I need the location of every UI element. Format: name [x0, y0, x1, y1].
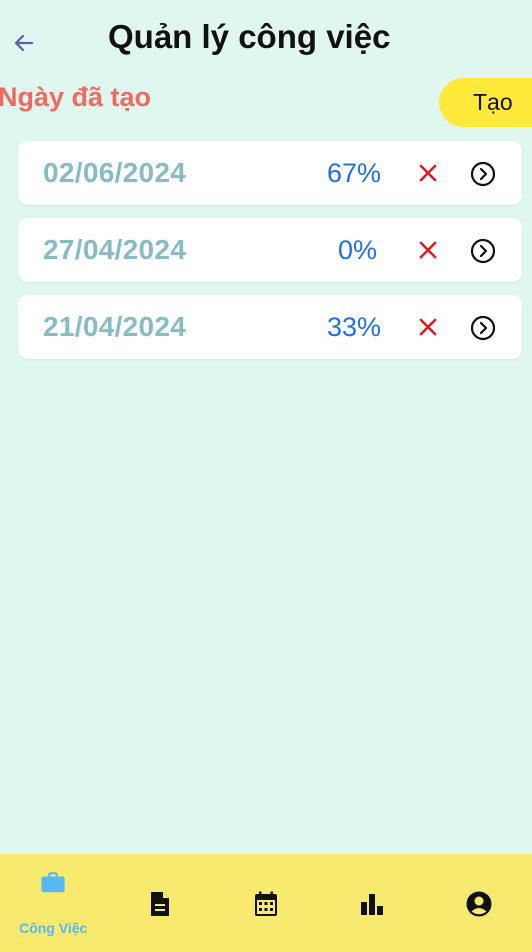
- task-card[interactable]: 27/04/2024 0%: [18, 218, 522, 282]
- task-list: 02/06/2024 67% 27/04/2024 0% 21/04/2024 …: [18, 141, 522, 372]
- calendar-icon: [253, 891, 279, 917]
- account-icon: [466, 891, 492, 917]
- task-date: 02/06/2024: [43, 157, 187, 188]
- bar-chart-icon: [359, 891, 385, 917]
- task-date: 27/04/2024: [43, 234, 187, 265]
- page-title: Quản lý công việc: [108, 18, 391, 55]
- task-card[interactable]: 21/04/2024 33%: [18, 295, 522, 359]
- nav-item-calendar[interactable]: [213, 854, 319, 952]
- create-button[interactable]: Tạo: [439, 78, 532, 127]
- chevron-right-circle-icon[interactable]: [469, 314, 496, 341]
- nav-label: Công Việc: [19, 920, 88, 936]
- chevron-right-circle-icon[interactable]: [469, 237, 496, 264]
- app-screen: Quản lý công việc Ngày đã tạo Tạo 02/06/…: [0, 0, 532, 952]
- delete-icon[interactable]: [416, 238, 440, 262]
- task-percent: 0%: [337, 235, 377, 265]
- delete-icon[interactable]: [416, 315, 440, 339]
- bottom-nav: Công Việc: [0, 854, 532, 952]
- nav-item-cong-viec[interactable]: Công Việc: [0, 854, 106, 952]
- delete-icon[interactable]: [416, 161, 440, 185]
- section-label: Ngày đã tạo: [0, 82, 152, 112]
- nav-item-statistics[interactable]: [319, 854, 425, 952]
- task-percent: 33%: [326, 312, 381, 342]
- back-button[interactable]: [12, 32, 36, 54]
- document-icon: [147, 891, 173, 917]
- nav-item-documents[interactable]: [106, 854, 212, 952]
- chevron-right-circle-icon[interactable]: [469, 160, 496, 187]
- task-date: 21/04/2024: [43, 311, 187, 342]
- task-card[interactable]: 02/06/2024 67%: [18, 141, 522, 205]
- briefcase-icon: [40, 870, 66, 896]
- arrow-left-icon: [14, 34, 34, 52]
- nav-item-account[interactable]: [426, 854, 532, 952]
- task-percent: 67%: [326, 158, 381, 188]
